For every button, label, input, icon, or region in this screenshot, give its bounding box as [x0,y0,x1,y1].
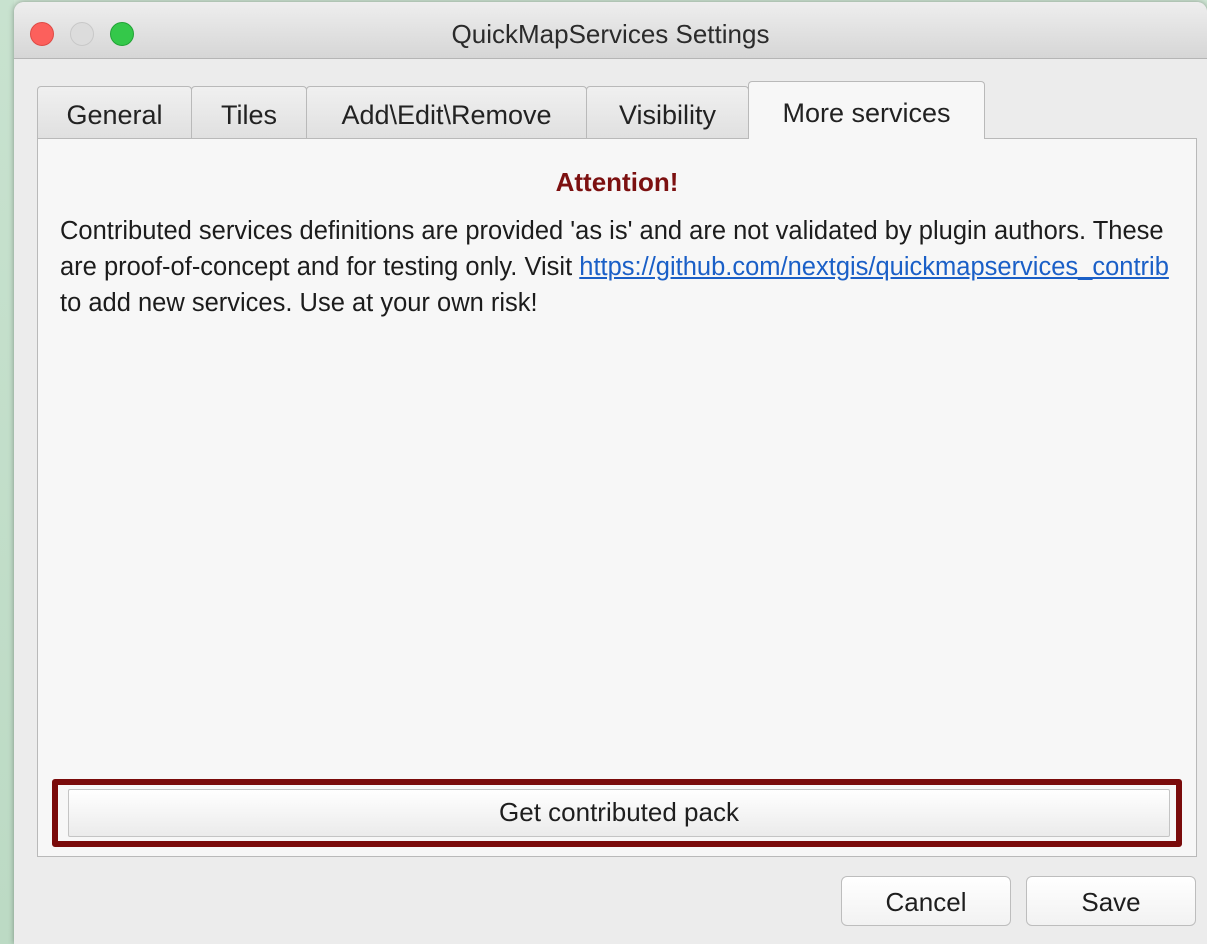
contrib-repo-link[interactable]: https://github.com/nextgis/quickmapservi… [579,253,1169,281]
more-services-panel: Attention! Contributed services definiti… [37,138,1197,857]
disclaimer-text: Contributed services definitions are pro… [60,213,1176,321]
attention-heading: Attention! [555,167,679,197]
tab-general[interactable]: General [37,86,192,138]
tab-more-services[interactable]: More services [748,81,985,139]
desktop-background [0,0,14,944]
tab-tiles[interactable]: Tiles [191,86,307,138]
disclaimer-text-end: to add new services. Use at your own ris… [60,289,538,317]
window-title: QuickMapServices Settings [451,19,770,49]
get-contributed-pack-button[interactable]: Get contributed pack [68,789,1170,837]
tab-add-edit-remove[interactable]: Add\Edit\Remove [306,86,587,138]
highlight-annotation: Get contributed pack [52,779,1182,847]
tab-visibility[interactable]: Visibility [586,86,749,138]
cancel-button[interactable]: Cancel [841,876,1011,926]
settings-dialog: QuickMapServices Settings General Tiles … [14,2,1207,944]
title-bar[interactable]: QuickMapServices Settings [14,2,1207,59]
save-button[interactable]: Save [1026,876,1196,926]
